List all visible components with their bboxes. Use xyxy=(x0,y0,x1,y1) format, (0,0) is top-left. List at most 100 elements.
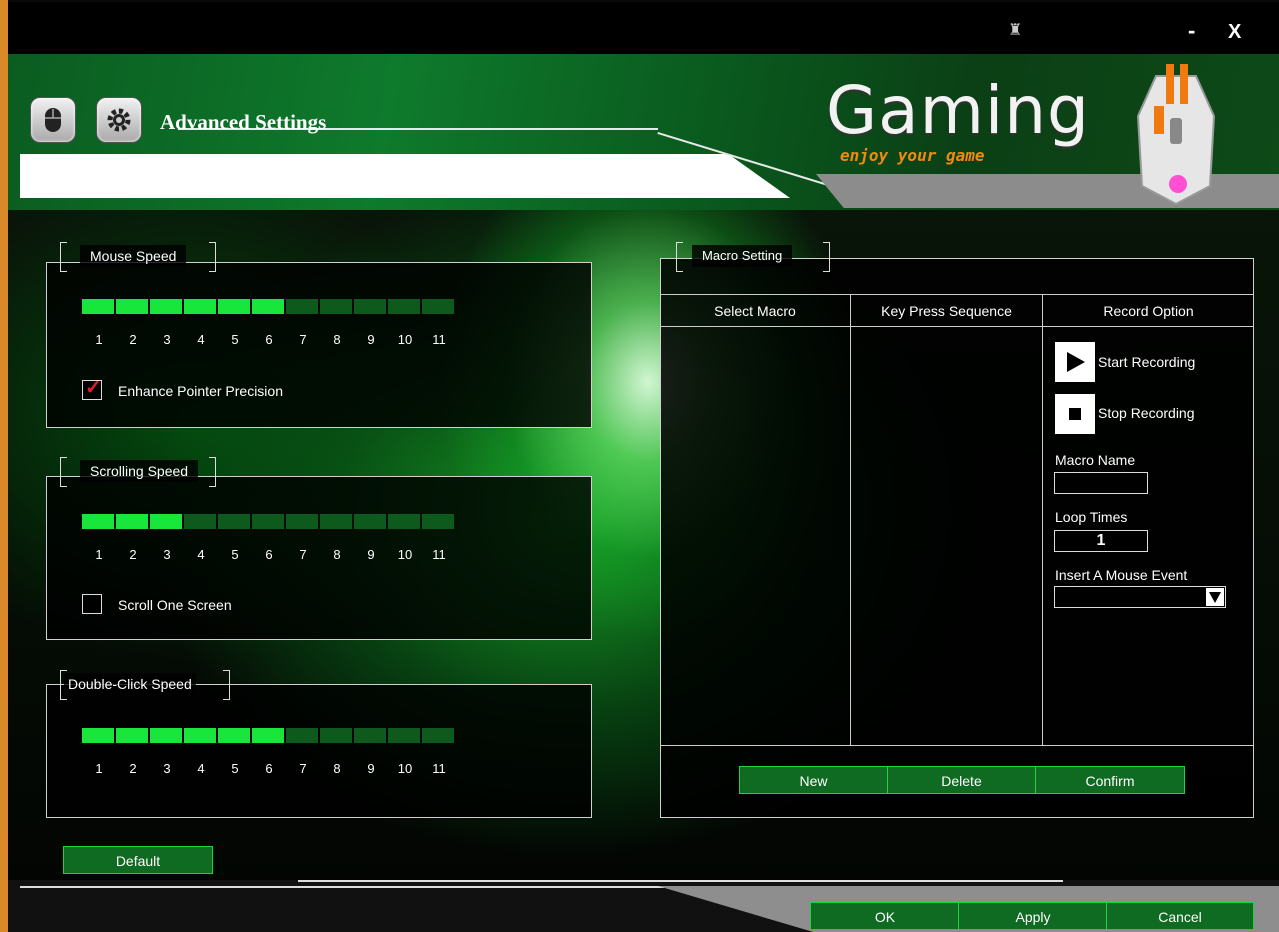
speed-segment[interactable] xyxy=(320,728,352,743)
bracket-left xyxy=(60,457,67,487)
mouse-speed-slider[interactable] xyxy=(82,299,454,314)
app-window: ♜ - X Advanced Settings Gaming enjoy you… xyxy=(8,2,1279,932)
speed-segment[interactable] xyxy=(218,728,250,743)
speed-tick-label: 1 xyxy=(95,547,103,562)
scrolling-speed-caption-box: Scrolling Speed xyxy=(60,457,216,487)
loop-times-input[interactable]: 1 xyxy=(1054,530,1148,552)
speed-segment[interactable] xyxy=(150,514,182,529)
macro-col-divider xyxy=(1042,294,1043,746)
speed-tick-label: 10 xyxy=(397,332,413,347)
key-sequence-list[interactable] xyxy=(852,328,1041,744)
speed-tick-label: 11 xyxy=(432,761,446,776)
brand-tagline: enjoy your game xyxy=(840,146,985,165)
confirm-macro-button[interactable]: Confirm xyxy=(1035,766,1185,794)
delete-macro-button[interactable]: Delete xyxy=(887,766,1036,794)
speed-segment[interactable] xyxy=(286,299,318,314)
speed-tick-label: 6 xyxy=(265,547,273,562)
minimize-button[interactable]: - xyxy=(1188,20,1195,42)
scroll-one-screen-checkbox[interactable] xyxy=(82,594,102,614)
speed-segment[interactable] xyxy=(388,514,420,529)
scrolling-speed-caption: Scrolling Speed xyxy=(80,460,199,482)
speed-segment[interactable] xyxy=(388,728,420,743)
window-left-edge xyxy=(0,0,8,932)
speed-segment[interactable] xyxy=(218,514,250,529)
speed-segment[interactable] xyxy=(116,299,148,314)
speed-segment[interactable] xyxy=(82,299,114,314)
loop-times-label: Loop Times xyxy=(1055,509,1128,525)
footer-divider xyxy=(20,886,710,888)
brand-logo: Gaming xyxy=(826,72,1090,149)
stop-recording-button[interactable] xyxy=(1055,394,1095,434)
speed-tick-label: 2 xyxy=(129,547,137,562)
speed-segment[interactable] xyxy=(150,728,182,743)
speed-segment[interactable] xyxy=(388,299,420,314)
start-recording-label[interactable]: Start Recording xyxy=(1098,354,1195,370)
ok-button[interactable]: OK xyxy=(810,902,960,930)
mouse-event-select[interactable] xyxy=(1054,586,1226,608)
record-option-header: Record Option xyxy=(1103,303,1194,319)
bracket-right xyxy=(209,457,216,487)
macro-list[interactable] xyxy=(661,328,849,744)
speed-segment[interactable] xyxy=(320,514,352,529)
macro-name-input[interactable] xyxy=(1054,472,1148,494)
bracket-right xyxy=(823,242,830,272)
speed-segment[interactable] xyxy=(184,514,216,529)
close-button[interactable]: X xyxy=(1228,21,1241,43)
mouse-tab-button[interactable] xyxy=(30,97,76,143)
speed-segment[interactable] xyxy=(252,299,284,314)
speed-segment[interactable] xyxy=(82,728,114,743)
speed-tick-label: 9 xyxy=(367,332,375,347)
stop-recording-label[interactable]: Stop Recording xyxy=(1098,405,1195,421)
speed-tick-label: 4 xyxy=(197,761,205,776)
double-click-speed-slider[interactable] xyxy=(82,728,454,743)
speed-segment[interactable] xyxy=(422,728,454,743)
select-macro-header: Select Macro xyxy=(714,303,796,319)
macro-name-label: Macro Name xyxy=(1055,452,1136,468)
header-white-band xyxy=(20,154,790,198)
enhance-pointer-checkbox[interactable]: ✓ xyxy=(82,378,102,400)
mouse-speed-ticks: 1 2 3 4 5 6 7 8 9 10 11 xyxy=(82,332,456,347)
speed-segment[interactable] xyxy=(354,514,386,529)
speed-segment[interactable] xyxy=(116,514,148,529)
speed-tick-label: 6 xyxy=(265,332,273,347)
speed-tick-label: 3 xyxy=(163,332,171,347)
speed-segment[interactable] xyxy=(116,728,148,743)
key-sequence-header: Key Press Sequence xyxy=(881,303,1012,319)
new-macro-button[interactable]: New xyxy=(739,766,888,794)
speed-segment[interactable] xyxy=(150,299,182,314)
default-button[interactable]: Default xyxy=(63,846,213,874)
speed-segment[interactable] xyxy=(320,299,352,314)
speed-tick-label: 4 xyxy=(197,332,205,347)
bracket-right xyxy=(223,670,230,700)
dropdown-arrow-icon[interactable] xyxy=(1206,588,1224,606)
stop-icon xyxy=(1069,408,1081,420)
speed-tick-label: 7 xyxy=(299,547,307,562)
speed-segment[interactable] xyxy=(218,299,250,314)
cancel-button[interactable]: Cancel xyxy=(1106,902,1254,930)
scrolling-speed-slider[interactable] xyxy=(82,514,454,529)
bracket-left xyxy=(676,242,683,272)
speed-segment[interactable] xyxy=(422,514,454,529)
speed-segment[interactable] xyxy=(286,728,318,743)
speed-segment[interactable] xyxy=(422,299,454,314)
settings-tab-button[interactable] xyxy=(96,97,142,143)
enhance-pointer-label: Enhance Pointer Precision xyxy=(118,383,283,399)
double-click-caption-box: Double-Click Speed xyxy=(60,670,230,700)
speed-segment[interactable] xyxy=(82,514,114,529)
speed-segment[interactable] xyxy=(184,299,216,314)
speed-segment[interactable] xyxy=(354,299,386,314)
title-bar[interactable]: ♜ - X xyxy=(8,2,1279,54)
macro-caption: Macro Setting xyxy=(692,245,793,267)
speed-tick-label: 3 xyxy=(163,547,171,562)
start-recording-button[interactable] xyxy=(1055,342,1095,382)
gaming-mouse-image xyxy=(1136,64,1216,206)
speed-tick-label: 7 xyxy=(299,761,307,776)
shirt-icon[interactable]: ♜ xyxy=(1008,23,1026,39)
speed-tick-label: 5 xyxy=(231,547,239,562)
apply-button[interactable]: Apply xyxy=(958,902,1108,930)
speed-segment[interactable] xyxy=(184,728,216,743)
speed-segment[interactable] xyxy=(354,728,386,743)
speed-segment[interactable] xyxy=(252,514,284,529)
speed-segment[interactable] xyxy=(286,514,318,529)
speed-segment[interactable] xyxy=(252,728,284,743)
